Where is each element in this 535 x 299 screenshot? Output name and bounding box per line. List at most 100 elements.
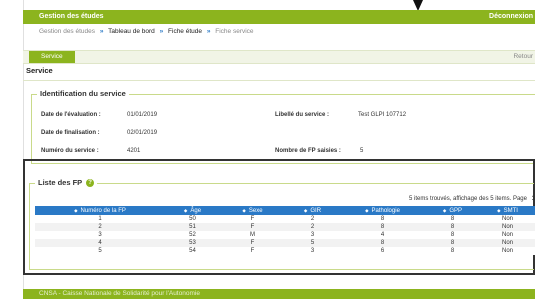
sort-icon: ◆ (303, 207, 308, 213)
eval-date-row: Date de l'évaluation : 01/01/2019 (41, 112, 157, 118)
breadcrumb-separator-icon: » (159, 28, 164, 35)
column-header-smti[interactable]: ◆ SMTI (480, 206, 535, 215)
fp-count-row: Nombre de FP saisies : 5 (275, 148, 363, 154)
cell-age: 54 (165, 247, 220, 255)
cell-gir: 5 (285, 239, 340, 247)
table-row[interactable]: 1 50 F 2 8 8 Non (35, 215, 535, 223)
eval-date-value: 01/01/2019 (127, 112, 158, 118)
cell-sex: F (220, 239, 285, 247)
cell-sex: F (220, 223, 285, 231)
cell-gpp: 8 (425, 231, 480, 239)
cell-pathologie: 4 (340, 231, 425, 239)
footer: CNSA - Caisse Nationale de Solidarité po… (23, 289, 535, 299)
cell-smti: Non (480, 223, 535, 231)
breadcrumb-fiche-service: Fiche service (215, 28, 254, 35)
cell-age: 53 (165, 239, 220, 247)
column-label: GPP (449, 207, 463, 214)
column-header-age[interactable]: ◆ Âge (165, 206, 220, 215)
sort-icon: ◆ (497, 207, 501, 213)
cell-pathologie: 8 (340, 215, 425, 223)
page-number[interactable]: 1 (532, 196, 535, 202)
cell-pathologie: 8 (340, 239, 425, 247)
table-row[interactable]: 4 53 F 5 8 8 Non (35, 239, 535, 247)
back-link[interactable]: Retour (513, 51, 533, 63)
logout-link[interactable]: Déconnexion (489, 13, 533, 20)
cell-gpp: 8 (425, 247, 480, 255)
column-header-pathologie[interactable]: ◆ Pathologie (340, 206, 425, 215)
fp-count-value: 5 (360, 148, 364, 154)
table-body: 1 50 F 2 8 8 Non 2 51 F 2 8 8 Non 3 52 M 3 4 8 Non 4 53 F 5 8 8 Non… (35, 215, 535, 255)
table-row[interactable]: 2 51 F 2 8 8 Non (35, 223, 535, 231)
help-icon[interactable]: ? (86, 179, 95, 188)
breadcrumb-separator-icon: » (206, 28, 211, 35)
service-number-row: Numéro du service : 4201 (41, 148, 140, 154)
sort-icon: ◆ (365, 207, 369, 213)
sort-icon: ◆ (442, 207, 447, 213)
cell-gir: 2 (285, 223, 340, 231)
service-number-label: Numéro du service : (41, 148, 99, 154)
cell-sex: F (220, 215, 285, 223)
column-label: Pathologie (371, 207, 400, 214)
breadcrumb-gestion-etudes[interactable]: Gestion des études (39, 28, 95, 35)
column-header-gir[interactable]: ◆ GIR (285, 206, 340, 215)
fp-table: ◆ Numéro de la FP ◆ Âge ◆ Sexe ◆ GIR ◆ Pathologie… (35, 206, 535, 255)
fp-count-label: Nombre de FP saisies : (275, 148, 341, 154)
column-label: Numéro de la FP (80, 207, 126, 214)
tab-service[interactable]: Service (29, 51, 75, 63)
title-divider (23, 80, 535, 81)
cell-smti: Non (480, 247, 535, 255)
items-count-text: 5 items trouvés, affichage des 5 items. … (409, 196, 527, 202)
cell-sex: F (220, 247, 285, 255)
service-number-value: 4201 (127, 148, 141, 154)
cell-age: 50 (165, 215, 220, 223)
breadcrumb-tableau-de-bord[interactable]: Tableau de bord (108, 28, 155, 35)
footer-text: CNSA - Caisse Nationale de Solidarité po… (39, 290, 200, 297)
sort-icon: ◆ (242, 207, 246, 213)
table-header-row: ◆ Numéro de la FP ◆ Âge ◆ Sexe ◆ GIR ◆ Pathologie… (35, 206, 535, 215)
column-header-sex[interactable]: ◆ Sexe (220, 206, 285, 215)
column-header-gpp[interactable]: ◆ GPP (425, 206, 480, 215)
cell-gpp: 8 (425, 223, 480, 231)
column-label: GIR (310, 207, 322, 214)
fp-list-legend: Liste des FP ? (35, 178, 98, 188)
cell-smti: Non (480, 231, 535, 239)
column-label: Âge (190, 207, 202, 214)
cell-age: 52 (165, 231, 220, 239)
cell-fp-number: 5 (35, 247, 165, 255)
tab-bar: Service Retour (23, 50, 535, 64)
cell-pathologie: 8 (340, 223, 425, 231)
table-row[interactable]: 3 52 M 3 4 8 Non (35, 231, 535, 239)
cell-fp-number: 2 (35, 223, 165, 231)
breadcrumb: Gestion des études » Tableau de bord » F… (39, 28, 254, 40)
cell-gpp: 8 (425, 215, 480, 223)
end-date-value: 02/01/2019 (127, 130, 158, 136)
service-name-label: Libellé du service : (275, 112, 330, 118)
page-title: Service (26, 66, 53, 75)
identification-title: Identification du service (37, 89, 129, 98)
cell-gir: 3 (285, 247, 340, 255)
sort-icon: ◆ (74, 207, 78, 213)
cell-gpp: 8 (425, 239, 480, 247)
column-label: Sexe (248, 207, 263, 214)
end-date-row: Date de finalisation : 02/01/2019 (41, 130, 157, 136)
sort-icon: ◆ (183, 207, 188, 213)
service-name-row: Libellé du service : Test GLPI 107712 (275, 112, 406, 118)
cell-smti: Non (480, 215, 535, 223)
service-name-value: Test GLPI 107712 (358, 112, 407, 118)
cell-gir: 2 (285, 215, 340, 223)
cell-sex: M (220, 231, 285, 239)
end-date-label: Date de finalisation : (41, 130, 100, 136)
cell-fp-number: 1 (35, 215, 165, 223)
column-label: SMTI (503, 207, 518, 214)
app-title: Gestion des études (39, 13, 104, 20)
column-header-fp-number[interactable]: ◆ Numéro de la FP (35, 206, 165, 215)
breadcrumb-fiche-etude[interactable]: Fiche étude (168, 28, 202, 35)
cell-fp-number: 3 (35, 231, 165, 239)
pagination-summary: 5 items trouvés, affichage des 5 items. … (409, 196, 535, 202)
cell-age: 51 (165, 223, 220, 231)
top-bar: Gestion des études Déconnexion (23, 10, 535, 24)
breadcrumb-separator-icon: » (99, 28, 104, 35)
table-row[interactable]: 5 54 F 3 6 8 Non (35, 247, 535, 255)
cell-fp-number: 4 (35, 239, 165, 247)
cell-smti: Non (480, 239, 535, 247)
